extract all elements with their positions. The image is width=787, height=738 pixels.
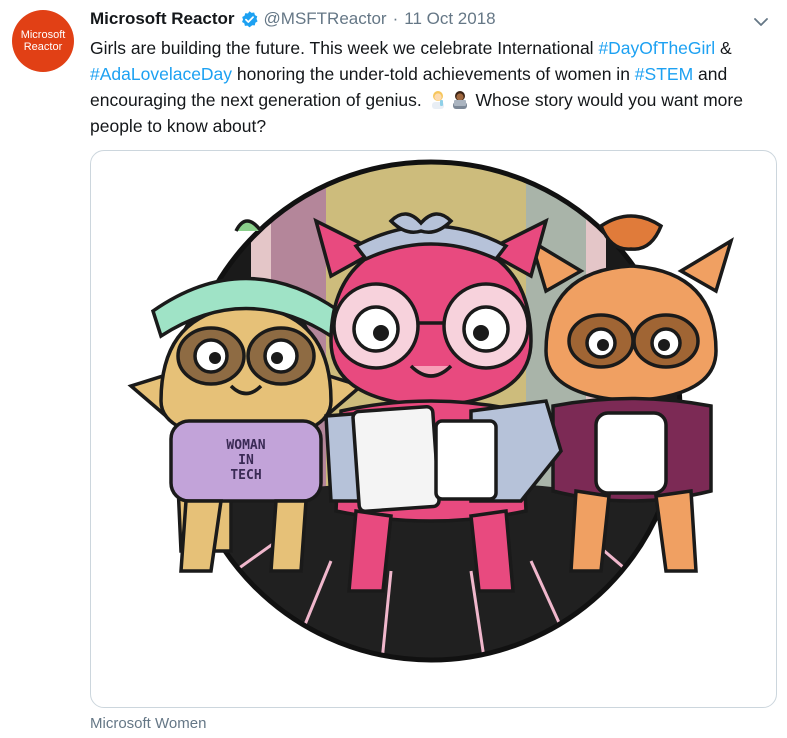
chevron-down-icon[interactable] (751, 12, 771, 32)
shirt-text-tech: TECH (230, 468, 261, 483)
woman-scientist-emoji (431, 91, 444, 109)
tweet-text-part: Girls are building the future. This week… (90, 38, 599, 58)
tweet-date[interactable]: 11 Oct 2018 (404, 9, 495, 29)
hashtag-stem[interactable]: #STEM (635, 64, 693, 84)
avatar[interactable]: Microsoft Reactor (12, 10, 74, 72)
tweet-header: Microsoft Reactor @MSFTReactor · 11 Oct … (90, 9, 496, 29)
verified-badge-icon (241, 10, 258, 27)
hashtag-dayofthegirl[interactable]: #DayOfTheGirl (598, 38, 715, 58)
avatar-text-line1: Microsoft (20, 29, 66, 41)
hashtag-adalovelaceday[interactable]: #AdaLovelaceDay (90, 64, 232, 84)
avatar-text-line2: Reactor (23, 41, 63, 53)
tweet-text: Girls are building the future. This week… (90, 35, 770, 139)
octocat-illustration: WOMAN IN TECH (127, 159, 734, 663)
tweet-text-part: honoring the under-told achievements of … (232, 64, 635, 84)
account-handle[interactable]: @MSFTReactor (264, 9, 387, 29)
media-source-credit[interactable]: Microsoft Women (90, 715, 206, 732)
shirt-text-in: IN (238, 453, 254, 468)
tweet-text-part: & (720, 38, 732, 58)
woman-technologist-emoji (452, 91, 467, 109)
separator-dot: · (392, 9, 399, 28)
account-name[interactable]: Microsoft Reactor (90, 9, 235, 29)
tweet-media[interactable]: WOMAN IN TECH (90, 150, 777, 708)
shirt-text-woman: WOMAN (226, 438, 265, 453)
